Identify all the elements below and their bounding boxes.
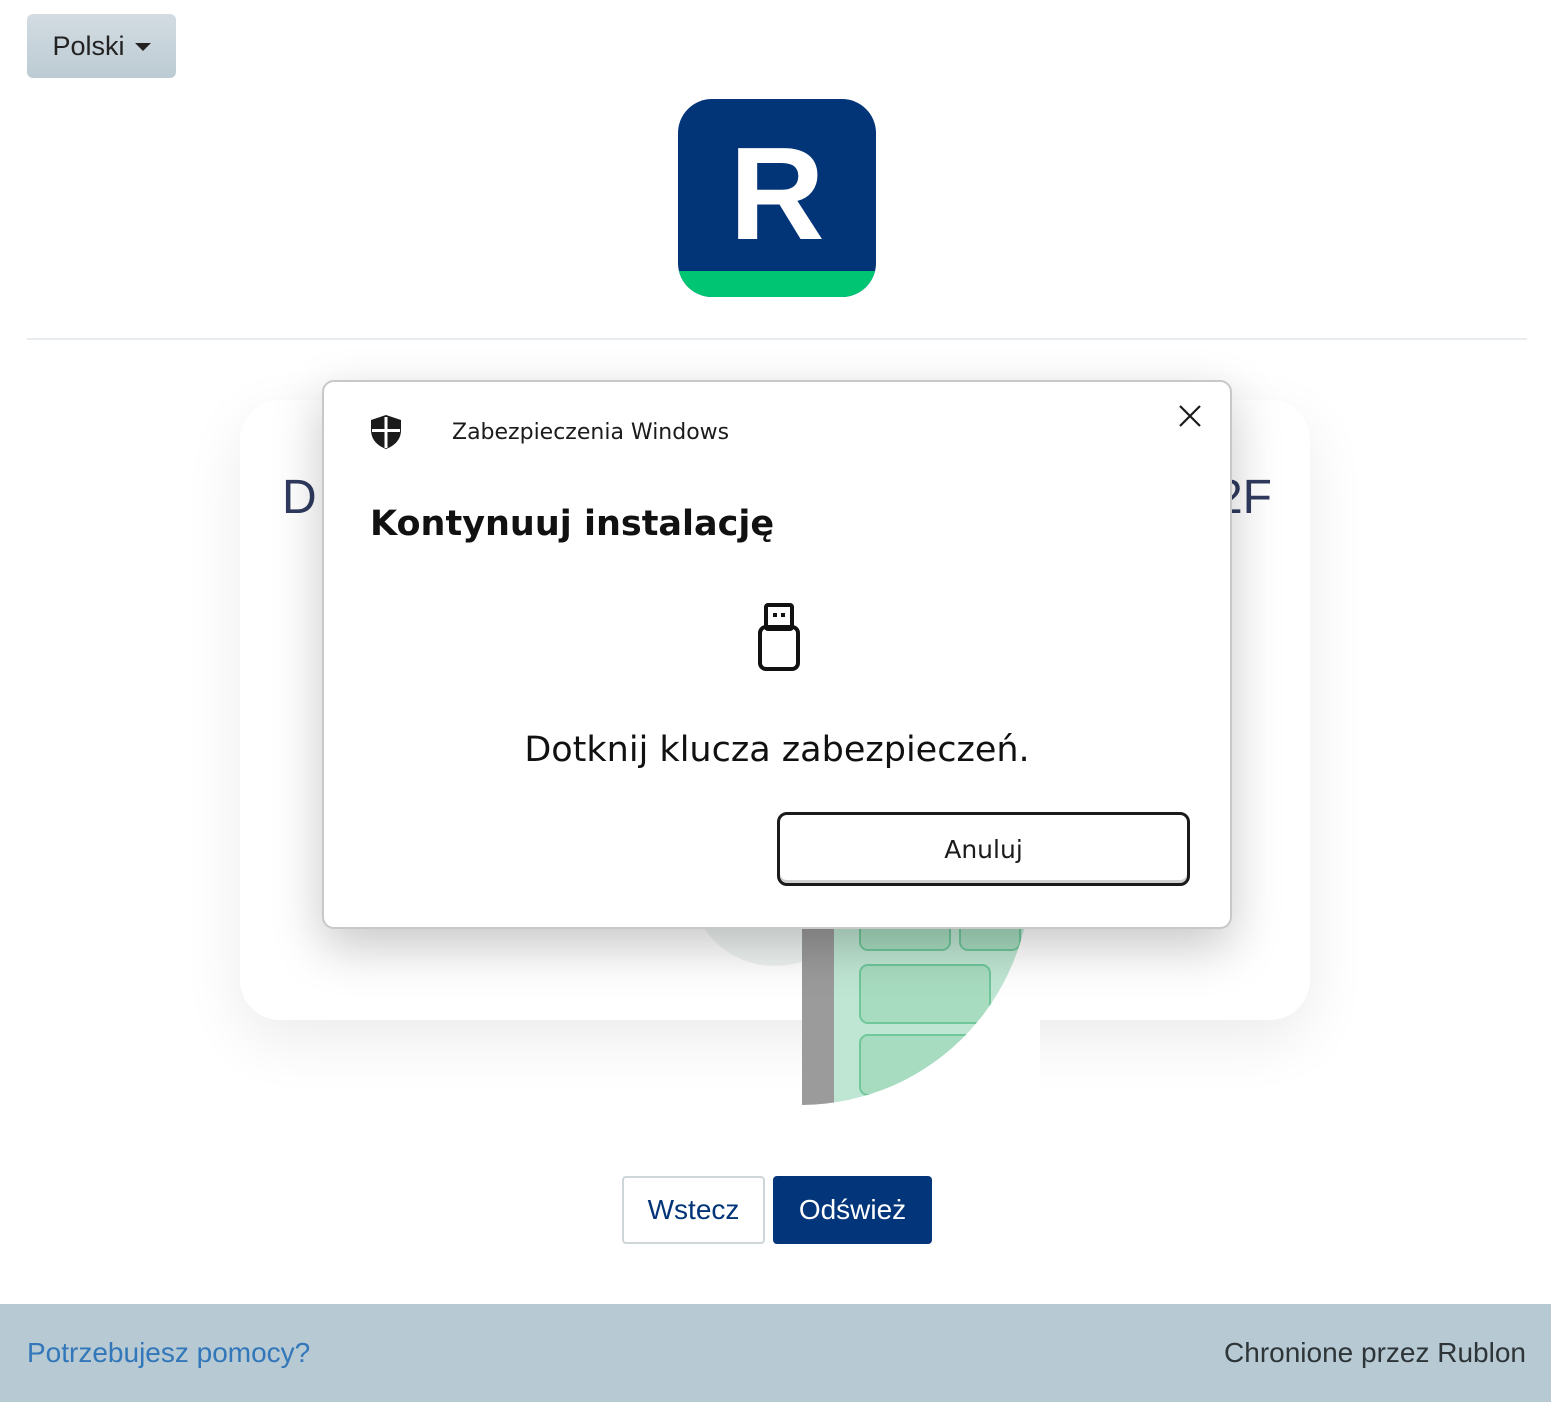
close-icon (1179, 405, 1201, 427)
rublon-logo: R (678, 99, 876, 297)
language-dropdown[interactable]: Polski (27, 14, 176, 78)
dialog-message: Dotknij klucza zabezpieczeń. (524, 730, 1030, 770)
dialog-title: Kontynuuj instalację (370, 504, 775, 544)
footer: Potrzebujesz pomocy? Chronione przez Rub… (0, 1304, 1551, 1402)
dialog-app-name: Zabezpieczenia Windows (452, 420, 730, 445)
usb-key-icon (758, 603, 800, 671)
refresh-button[interactable]: Odśwież (773, 1176, 932, 1244)
page-title-left: D (282, 471, 317, 524)
protected-by-text: Chronione przez Rublon (1224, 1337, 1526, 1368)
back-button[interactable]: Wstecz (622, 1176, 765, 1244)
help-link[interactable]: Potrzebujesz pomocy? (27, 1337, 310, 1369)
header-divider (27, 338, 1527, 340)
cancel-button[interactable]: Anuluj (777, 812, 1190, 886)
windows-security-dialog: Zabezpieczenia Windows Kontynuuj instala… (322, 380, 1232, 929)
caret-down-icon (134, 43, 151, 51)
shield-icon (371, 415, 401, 449)
logo-letter: R (729, 120, 824, 267)
language-label: Polski (52, 30, 125, 61)
close-button[interactable] (1172, 398, 1208, 434)
